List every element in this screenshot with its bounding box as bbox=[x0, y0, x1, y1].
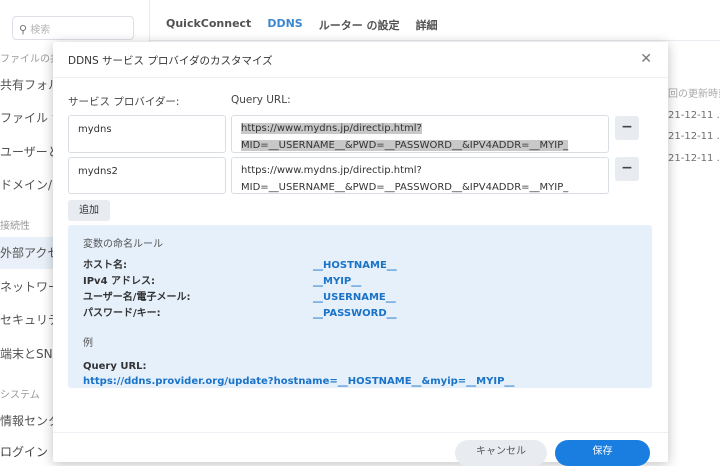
example-query-url: https://ddns.provider.org/update?hostnam… bbox=[83, 376, 515, 387]
provider-label: サービス プロバイダー: bbox=[68, 96, 180, 108]
add-provider-button[interactable]: 追加 bbox=[68, 200, 110, 221]
variable-row: ユーザー名/電子メール: __USERNAME__ bbox=[83, 292, 396, 303]
example-label: 例 bbox=[83, 338, 93, 349]
save-button[interactable]: 保存 bbox=[555, 440, 650, 466]
dialog-header: DDNS サービス プロバイダのカスタマイズ ✕ bbox=[53, 42, 668, 78]
query-url-input[interactable]: https://www.mydns.jp/directip.html? MID=… bbox=[231, 157, 609, 194]
provider-name-input[interactable]: mydns2 bbox=[68, 157, 226, 194]
example-query-label: Query URL: bbox=[83, 361, 147, 372]
info-title: 変数の命名ルール bbox=[83, 239, 163, 250]
remove-provider-button[interactable]: − bbox=[615, 157, 639, 181]
variable-row: IPv4 アドレス: __MYIP__ bbox=[83, 276, 362, 287]
close-icon[interactable]: ✕ bbox=[640, 51, 652, 67]
ddns-custom-provider-dialog: DDNS サービス プロバイダのカスタマイズ ✕ サービス プロバイダー: Qu… bbox=[53, 42, 668, 466]
provider-name-input[interactable]: mydns bbox=[68, 115, 226, 153]
query-url-label: Query URL: bbox=[231, 94, 291, 106]
remove-provider-button[interactable]: − bbox=[615, 116, 639, 140]
variable-naming-rules-panel: 変数の命名ルール ホスト名: __HOSTNAME__ IPv4 アドレス: __M… bbox=[68, 225, 652, 388]
dialog-title: DDNS サービス プロバイダのカスタマイズ bbox=[68, 55, 273, 67]
query-url-input[interactable]: https://www.mydns.jp/directip.html? MID=… bbox=[231, 115, 609, 153]
cancel-button[interactable]: キャンセル bbox=[455, 440, 547, 466]
variable-row: ホスト名: __HOSTNAME__ bbox=[83, 260, 397, 271]
dialog-footer-divider bbox=[53, 432, 668, 433]
variable-row: パスワード/キー: __PASSWORD__ bbox=[83, 308, 397, 319]
